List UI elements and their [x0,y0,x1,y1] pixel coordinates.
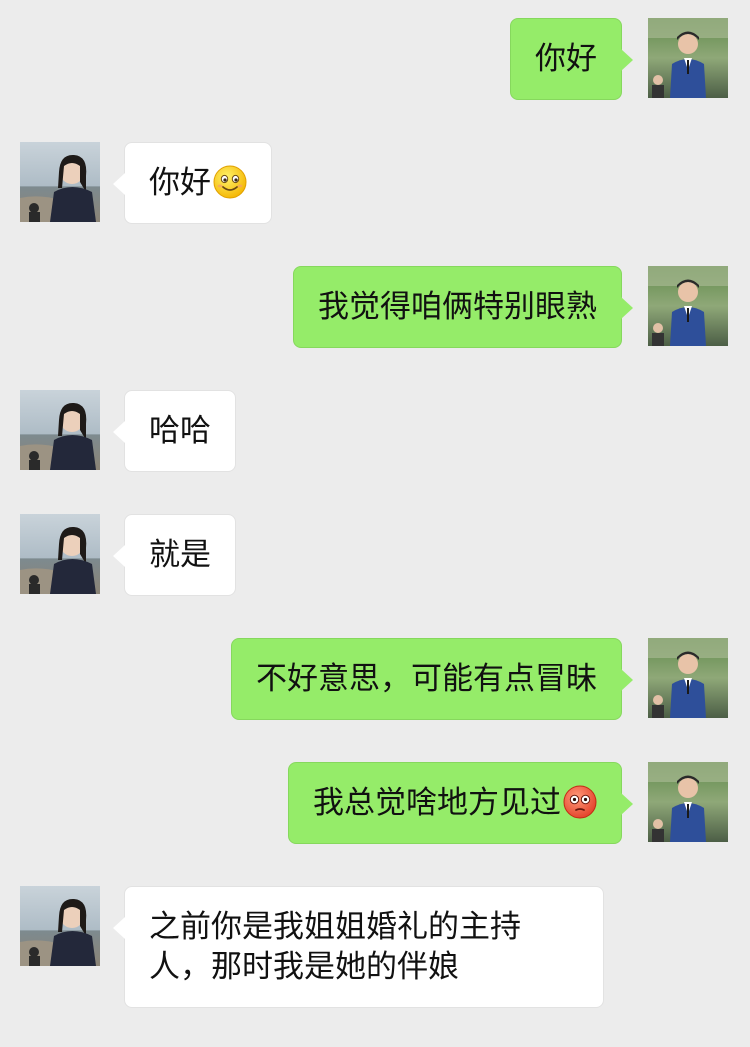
message-bubble[interactable]: 之前你是我姐姐婚礼的主持人，那时我是她的伴娘 [113,886,604,1008]
message-bubble[interactable]: 不好意思，可能有点冒昧 [231,638,633,720]
message-bubble[interactable]: 我总觉啥地方见过 [288,762,633,844]
message-text: 你好 [149,165,211,201]
my-avatar[interactable] [648,18,728,98]
message-bubble[interactable]: 就是 [113,514,236,596]
message-text: 我总觉啥地方见过 [313,785,561,821]
my-avatar[interactable] [648,762,728,842]
my-avatar[interactable] [648,638,728,718]
smiling-face-emoji [213,165,247,199]
message-text: 就是 [149,537,211,573]
message-bubble[interactable]: 你好 [113,142,272,224]
contact-avatar[interactable] [20,390,100,470]
message-bubble[interactable]: 你好 [510,18,633,100]
my-avatar[interactable] [648,266,728,346]
message-text: 之前你是我姐姐婚礼的主持人，那时我是她的伴娘 [149,909,521,985]
contact-avatar[interactable] [20,514,100,594]
message-text: 我觉得咱俩特别眼熟 [318,289,597,325]
contact-avatar[interactable] [20,886,100,966]
message-bubble[interactable]: 哈哈 [113,390,236,472]
flushed-face-emoji [563,785,597,819]
message-bubble[interactable]: 我觉得咱俩特别眼熟 [293,266,633,348]
message-text: 哈哈 [149,413,211,449]
message-text: 你好 [535,41,597,77]
contact-avatar[interactable] [20,142,100,222]
message-text: 不好意思，可能有点冒昧 [256,661,597,697]
